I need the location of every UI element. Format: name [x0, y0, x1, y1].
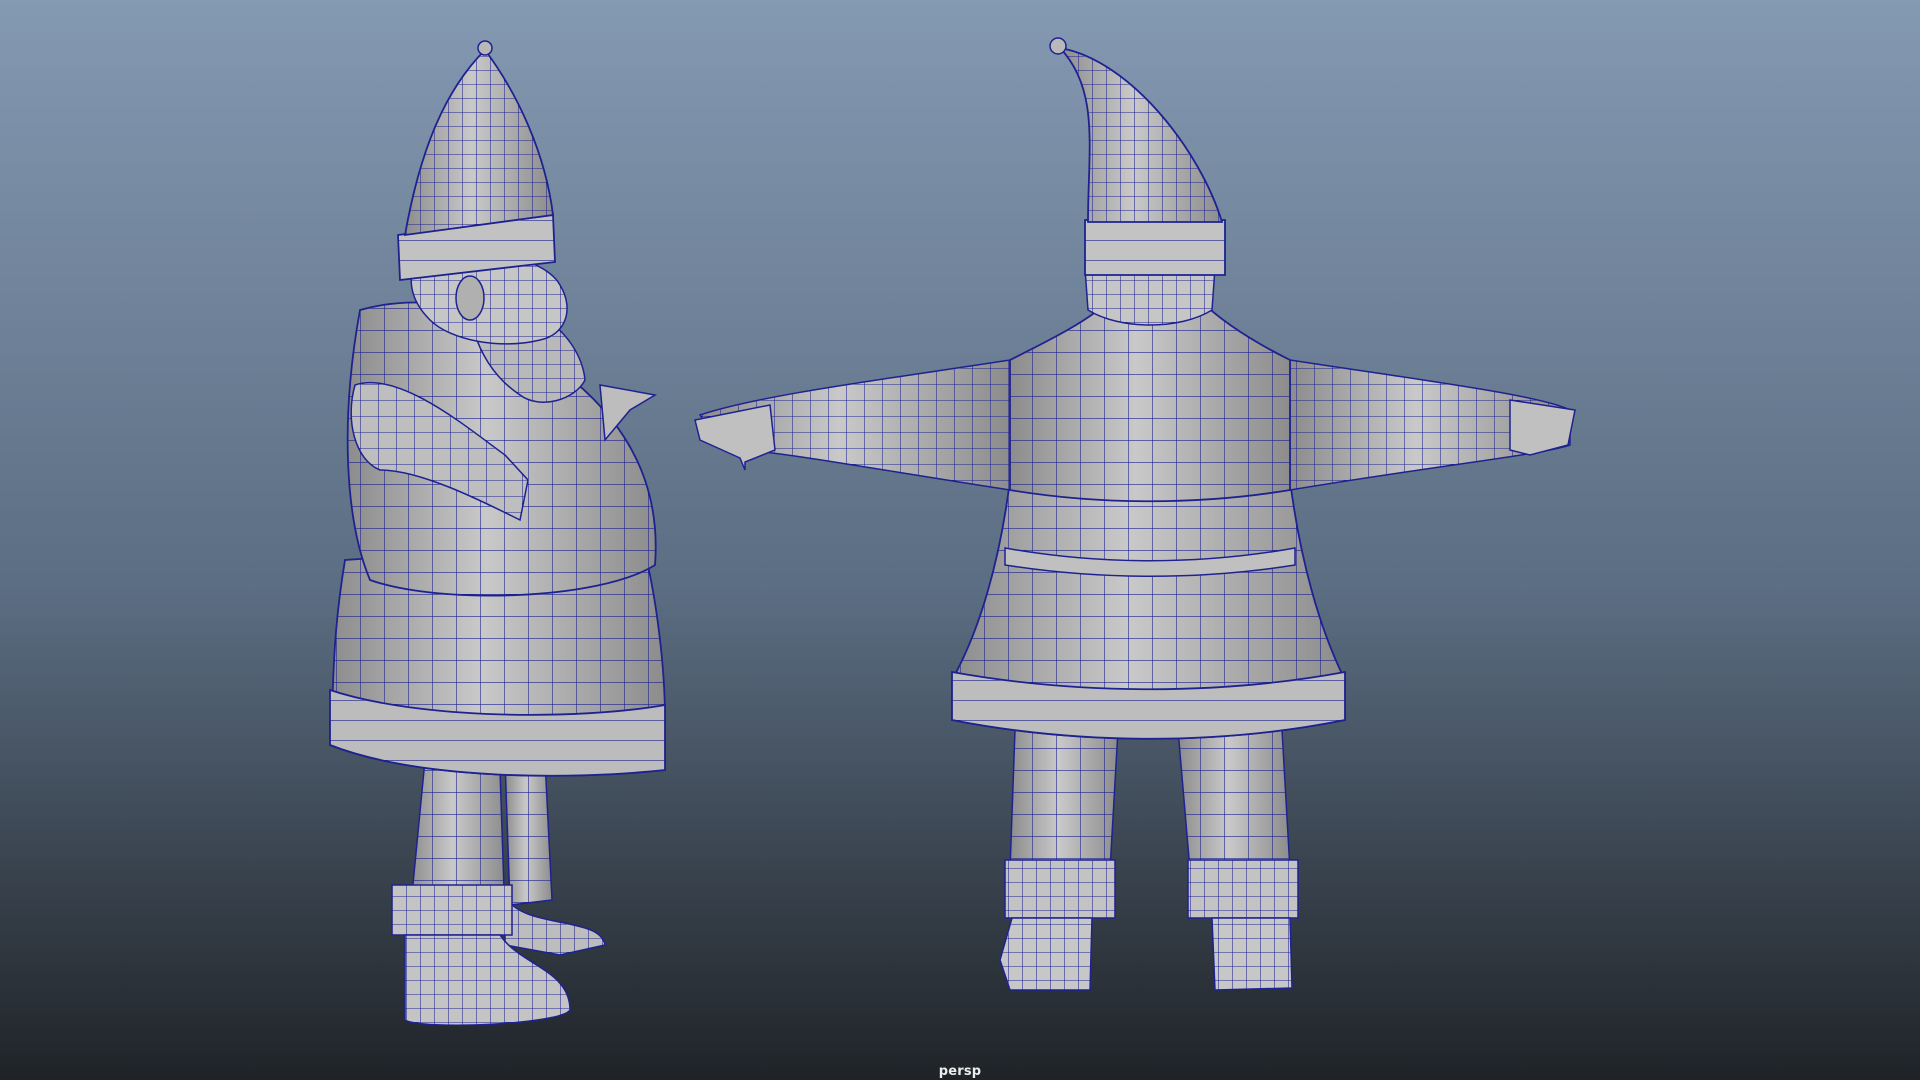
viewport-background [0, 0, 1920, 1080]
persp-viewport[interactable]: persp [0, 0, 1920, 1080]
scene-canvas[interactable] [0, 0, 1920, 1080]
camera-name-label: persp [938, 1064, 982, 1079]
back-coat [951, 479, 1346, 740]
